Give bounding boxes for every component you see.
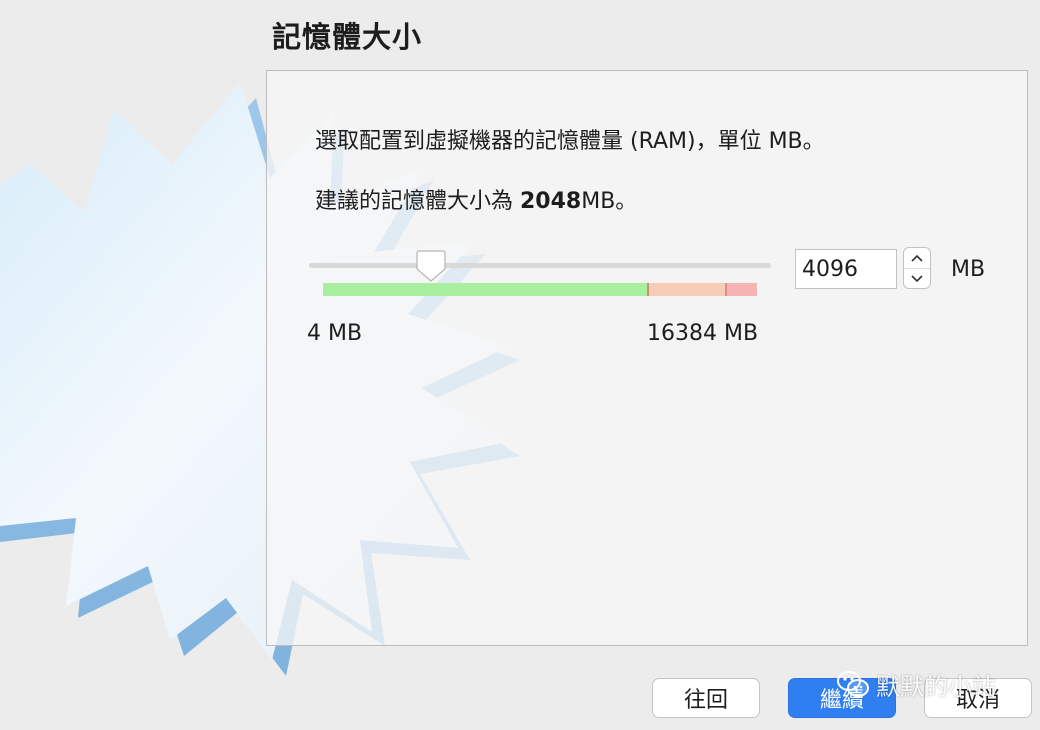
- memory-slider-track[interactable]: [309, 263, 771, 268]
- recommended-value: 2048: [520, 189, 582, 214]
- wechat-icon: [837, 671, 869, 697]
- memory-size-input[interactable]: [795, 249, 897, 289]
- chevron-down-icon[interactable]: [904, 269, 930, 288]
- watermark-text: 默默的小站: [876, 672, 996, 701]
- slider-max-label: 16384 MB: [647, 321, 759, 346]
- memory-slider-thumb[interactable]: [415, 249, 447, 283]
- slider-min-label: 4 MB: [307, 321, 363, 346]
- watermark: 默默的小站: [836, 664, 996, 704]
- page-title: 記憶體大小: [272, 20, 423, 54]
- memory-stepper[interactable]: [903, 247, 931, 289]
- chevron-up-icon[interactable]: [904, 248, 930, 269]
- range-danger-segment: [727, 283, 757, 296]
- recommended-suffix: MB。: [581, 189, 638, 214]
- memory-size-panel: 選取配置到虛擬機器的記憶體量 (RAM)，單位 MB。 建議的記憶體大小為 20…: [266, 70, 1028, 646]
- memory-description: 選取配置到虛擬機器的記憶體量 (RAM)，單位 MB。: [315, 129, 825, 154]
- back-button[interactable]: 往回: [652, 678, 760, 718]
- memory-unit-label: MB: [951, 257, 986, 282]
- recommended-prefix: 建議的記憶體大小為: [315, 189, 520, 214]
- recommended-memory-text: 建議的記憶體大小為 2048MB。: [315, 183, 637, 215]
- range-safe-segment: [323, 283, 647, 296]
- memory-range-indicator: [323, 283, 757, 296]
- range-warning-segment: [649, 283, 725, 296]
